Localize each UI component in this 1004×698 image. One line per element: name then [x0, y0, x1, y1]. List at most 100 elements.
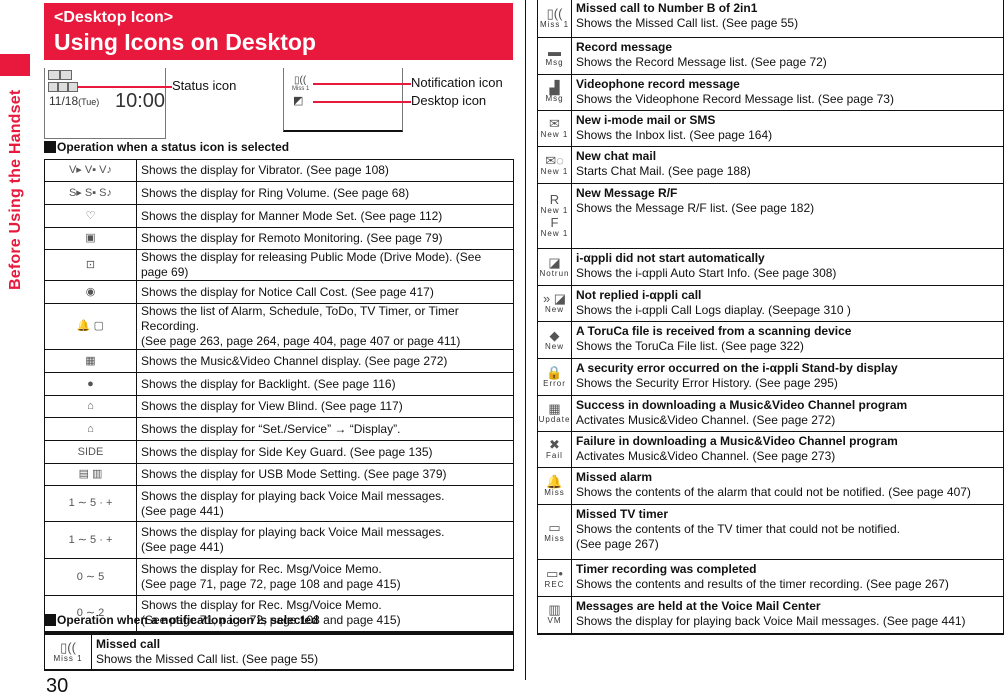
icon-caption: New 1 [540, 229, 569, 238]
icon-glyph: ▯(( [60, 639, 76, 655]
description-line: Shows the display for playing back Voice… [141, 525, 445, 539]
status-icon-leader-line [77, 86, 172, 88]
notification-title: Success in downloading a Music&Video Cha… [576, 398, 908, 412]
description-line: Shows the i-αppli Auto Start Info. (See … [576, 266, 837, 280]
icon-glyph: ◆ [549, 327, 560, 343]
side-key-guard-icon: SIDE [44, 440, 137, 464]
voice-mail-center-icon: ▥ VM [537, 596, 572, 634]
notification-row-description: New Message R/F Shows the Message R/F lis… [571, 183, 1004, 249]
description-line: (See page 263, page 264, page 404, page … [141, 334, 461, 348]
status-table-row: ● Shows the display for Backlight. (See p… [44, 372, 514, 396]
notification-title: Failure in downloading a Music&Video Cha… [576, 434, 898, 448]
description-line: Shows the display for Manner Mode Set. (… [141, 208, 443, 223]
status-row-description: Shows the display for “Set./Service” → “… [136, 417, 514, 441]
status-table-row: 1 ∼ 5 · + Shows the display for playing b… [44, 485, 514, 522]
voice-mail-b-icons: 1 ∼ 5 · + [44, 521, 137, 559]
call-cost-icon: ◉ [44, 280, 137, 304]
description-line: Shows the display for Side Key Guard. (S… [141, 444, 433, 459]
page-title-banner: <Desktop Icon> Using Icons on Desktop [44, 3, 513, 60]
section-side-label: Before Using the Handset [7, 89, 24, 290]
display-setting-icon: ⌂ [44, 417, 137, 441]
standby-screen-illustration: 11/18(Tue) 10:00 [44, 68, 166, 139]
description-line: Shows the display for USB Mode Setting. … [141, 467, 447, 481]
icon-caption: Update [538, 415, 571, 424]
status-row-description: Shows the display for Manner Mode Set. (… [136, 204, 514, 228]
notification-table-row: R New 1 F New 1 New Message R/F Shows the Mes… [537, 183, 1004, 249]
status-table-row: ♡ Shows the display for Manner Mode Set. … [44, 204, 514, 228]
notification-table-row: ▟ Msg Videophone record message Shows the V… [537, 74, 1004, 111]
status-row-description: Shows the display for View Blind. (See p… [136, 395, 514, 418]
signal-icon [48, 70, 60, 80]
status-row-description: Shows the display for playing back Voice… [136, 521, 514, 559]
notification-row-description: Missed call to Number B of 2in1 Shows the… [571, 0, 1004, 38]
status-table-row: ⌂ Shows the display for “Set./Service” → … [44, 417, 514, 441]
status-row-description: Shows the list of Alarm, Schedule, ToDo,… [136, 303, 514, 350]
music-video-channel-icon: ▦ [44, 349, 137, 373]
description-line: Shows the list of Alarm, Schedule, ToDo,… [141, 304, 459, 333]
notification-table-row: ▥ VM Messages are held at the Voice Mail C… [537, 596, 1004, 634]
description-line: Shows the display for playing back Voice… [141, 488, 445, 503]
status-icon-callout: Status icon [172, 78, 237, 93]
status-row-description: Shows the display for Remoto Monitoring.… [136, 227, 514, 250]
icon-glyph: ✖ [549, 437, 560, 452]
icon-caption: New [544, 305, 564, 314]
missed-tv-timer-icon: ▭ Miss [537, 504, 572, 560]
usb-mode-icons: ▤ ▥ [44, 463, 137, 486]
status-table-row: S▸ S▪ S♪ Shows the display for Ring Volum… [44, 181, 514, 205]
notification-row-description: i-αppli did not start automatically Shows… [571, 248, 1004, 286]
notification-table-row: ◪ Notrun i-αppli did not start automatical… [537, 248, 1004, 286]
description-line: Shows the display for Vibrator. (See pag… [141, 163, 389, 177]
icon-caption: New 1 [540, 130, 569, 139]
notification-section-heading: Operation when a notification icon is se… [44, 613, 318, 627]
icon-glyph: ▭• [546, 565, 563, 581]
icon-caption: Notrun [539, 268, 570, 278]
view-blind-icon: ⌂ [44, 395, 137, 418]
icon-caption: Error [543, 378, 566, 388]
icon-glyph: ▟ [549, 80, 560, 95]
desktop-screen-illustration: ▯(( Miss 1 ◩ [283, 68, 403, 132]
status-row-description: Shows the display for Notice Call Cost. … [136, 280, 514, 304]
notification-icon-callout: Notification icon [411, 75, 503, 90]
notification-table-row: ▯((Miss 1 Missed call Shows the Missed Cal… [44, 633, 514, 671]
notification-row-description: Missed call Shows the Missed Call list. (… [91, 633, 514, 671]
status-table-row: ⊡ Shows the display for releasing Public … [44, 249, 514, 281]
notification-title: Missed alarm [576, 470, 653, 484]
ring-volume-icons: S▸ S▪ S♪ [44, 181, 137, 205]
icon-caption: Miss 1 [53, 653, 83, 663]
status-icon-table: V▸ V▪ V♪ Shows the display for Vibrator. … [44, 159, 514, 633]
description-line: Shows the display for Notice Call Cost. … [141, 284, 434, 299]
backlight-icon: ● [44, 372, 137, 396]
status-table-row: ⌂ Shows the display for View Blind. (See … [44, 395, 514, 418]
page-title: Using Icons on Desktop [54, 29, 316, 55]
notification-row-description: New chat mail Starts Chat Mail. (See page… [571, 146, 1004, 184]
status-table-row: 🔔 ▢ Shows the list of Alarm, Schedule, To… [44, 303, 514, 350]
vibrator-icons: V▸ V▪ V♪ [44, 159, 137, 182]
desktop-icon-leader-line [313, 101, 411, 103]
icon-caption: REC [544, 579, 565, 589]
description-line: Shows the Message R/F list. (See page 18… [576, 201, 815, 215]
icon-glyph: ✉ [549, 116, 560, 131]
notification-title: Missed TV timer [576, 507, 669, 521]
description-line: Shows the display for Remoto Monitoring.… [141, 231, 443, 245]
notification-title: Record message [576, 40, 673, 54]
notification-table-row: » ◪ New Not replied i-αppli call Shows the … [537, 285, 1004, 322]
page-number: 30 [46, 675, 69, 697]
drive-mode-icon: ⊡ [44, 249, 137, 281]
description-line: Shows the Missed Call list. (See page 55… [96, 652, 319, 666]
manner-mode-icon: ♡ [44, 204, 137, 228]
description-line: Shows the Inbox list. (See page 164) [576, 128, 773, 142]
notification-title: A ToruCa file is received from a scannin… [576, 324, 852, 338]
voice-mail-icons: 1 ∼ 5 · + [44, 485, 137, 522]
missed-call-b-icon: ▯((Miss 1 [537, 0, 572, 38]
notification-table-row: ◆ New A ToruCa file is received from a sca… [537, 321, 1004, 359]
description-line: Shows the Music&Video Channel display. (… [141, 353, 448, 368]
heading-bullet-icon [44, 614, 56, 626]
description-line: Shows the display for “Set./Service” → “… [141, 421, 401, 436]
icon-caption: New 1 [540, 166, 569, 176]
notification-icon-table-right: ▯((Miss 1 Missed call to Number B of 2in1… [537, 0, 1004, 635]
description-line: Shows the Record Message list. (See page… [576, 55, 827, 69]
icon-glyph: ▥ [548, 602, 561, 618]
description-line: Shows the ToruCa File list. (See page 32… [576, 339, 804, 353]
description-line: Shows the display for Rec. Msg/Voice Mem… [141, 598, 382, 613]
missed-alarm-icon: 🔔 Miss [537, 467, 572, 505]
